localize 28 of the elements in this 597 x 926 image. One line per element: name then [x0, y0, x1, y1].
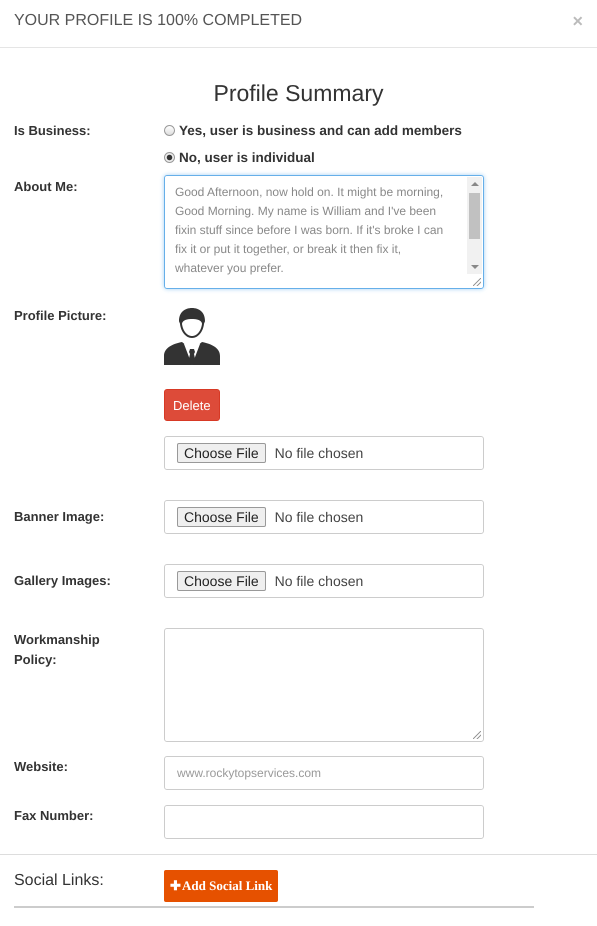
- field-label: About Me:: [14, 178, 79, 196]
- text-area-value: Good Afternoon, now hold on. It might be morning, Good Morning. My name is William and I've been fixin stuff since before I was born. If it's broke I can fix it or put it together, or break it then fix it, whatever you prefer.: [174, 184, 444, 277]
- radio-button[interactable]: [164, 125, 175, 136]
- field-label: Fax Number:: [14, 807, 94, 825]
- text-area[interactable]: [164, 175, 484, 289]
- section-heading: Profile Summary: [212, 79, 384, 107]
- field-label: Workmanship Policy:: [14, 631, 101, 669]
- scrollbar[interactable]: [467, 177, 482, 274]
- field-label: Is Business:: [14, 122, 92, 140]
- file-input[interactable]: Choose File No file chosen: [164, 436, 484, 470]
- add-social-link-button[interactable]: ✚Add Social Link: [164, 870, 278, 902]
- field-label: Website:: [14, 758, 69, 776]
- field-label: Profile Picture:: [14, 307, 108, 325]
- delete-button[interactable]: Delete: [164, 389, 220, 421]
- field-label: Social Links:: [14, 871, 105, 891]
- resize-handle-icon[interactable]: [473, 731, 481, 739]
- radio-label[interactable]: Yes, user is business and can add members: [179, 123, 462, 138]
- radio-button[interactable]: [164, 152, 175, 163]
- avatar-icon: [164, 307, 220, 365]
- input-field[interactable]: [164, 805, 484, 839]
- resize-handle-icon[interactable]: [473, 278, 481, 286]
- file-input[interactable]: Choose File No file chosen: [164, 500, 484, 534]
- file-input[interactable]: Choose File No file chosen: [164, 564, 484, 598]
- field-label: Banner Image:: [14, 508, 106, 526]
- field-label: Gallery Images:: [14, 572, 112, 590]
- text-area[interactable]: [164, 628, 484, 742]
- radio-label[interactable]: No, user is individual: [179, 150, 315, 165]
- modal-title: YOUR PROFILE IS 100% COMPLETED: [14, 12, 302, 30]
